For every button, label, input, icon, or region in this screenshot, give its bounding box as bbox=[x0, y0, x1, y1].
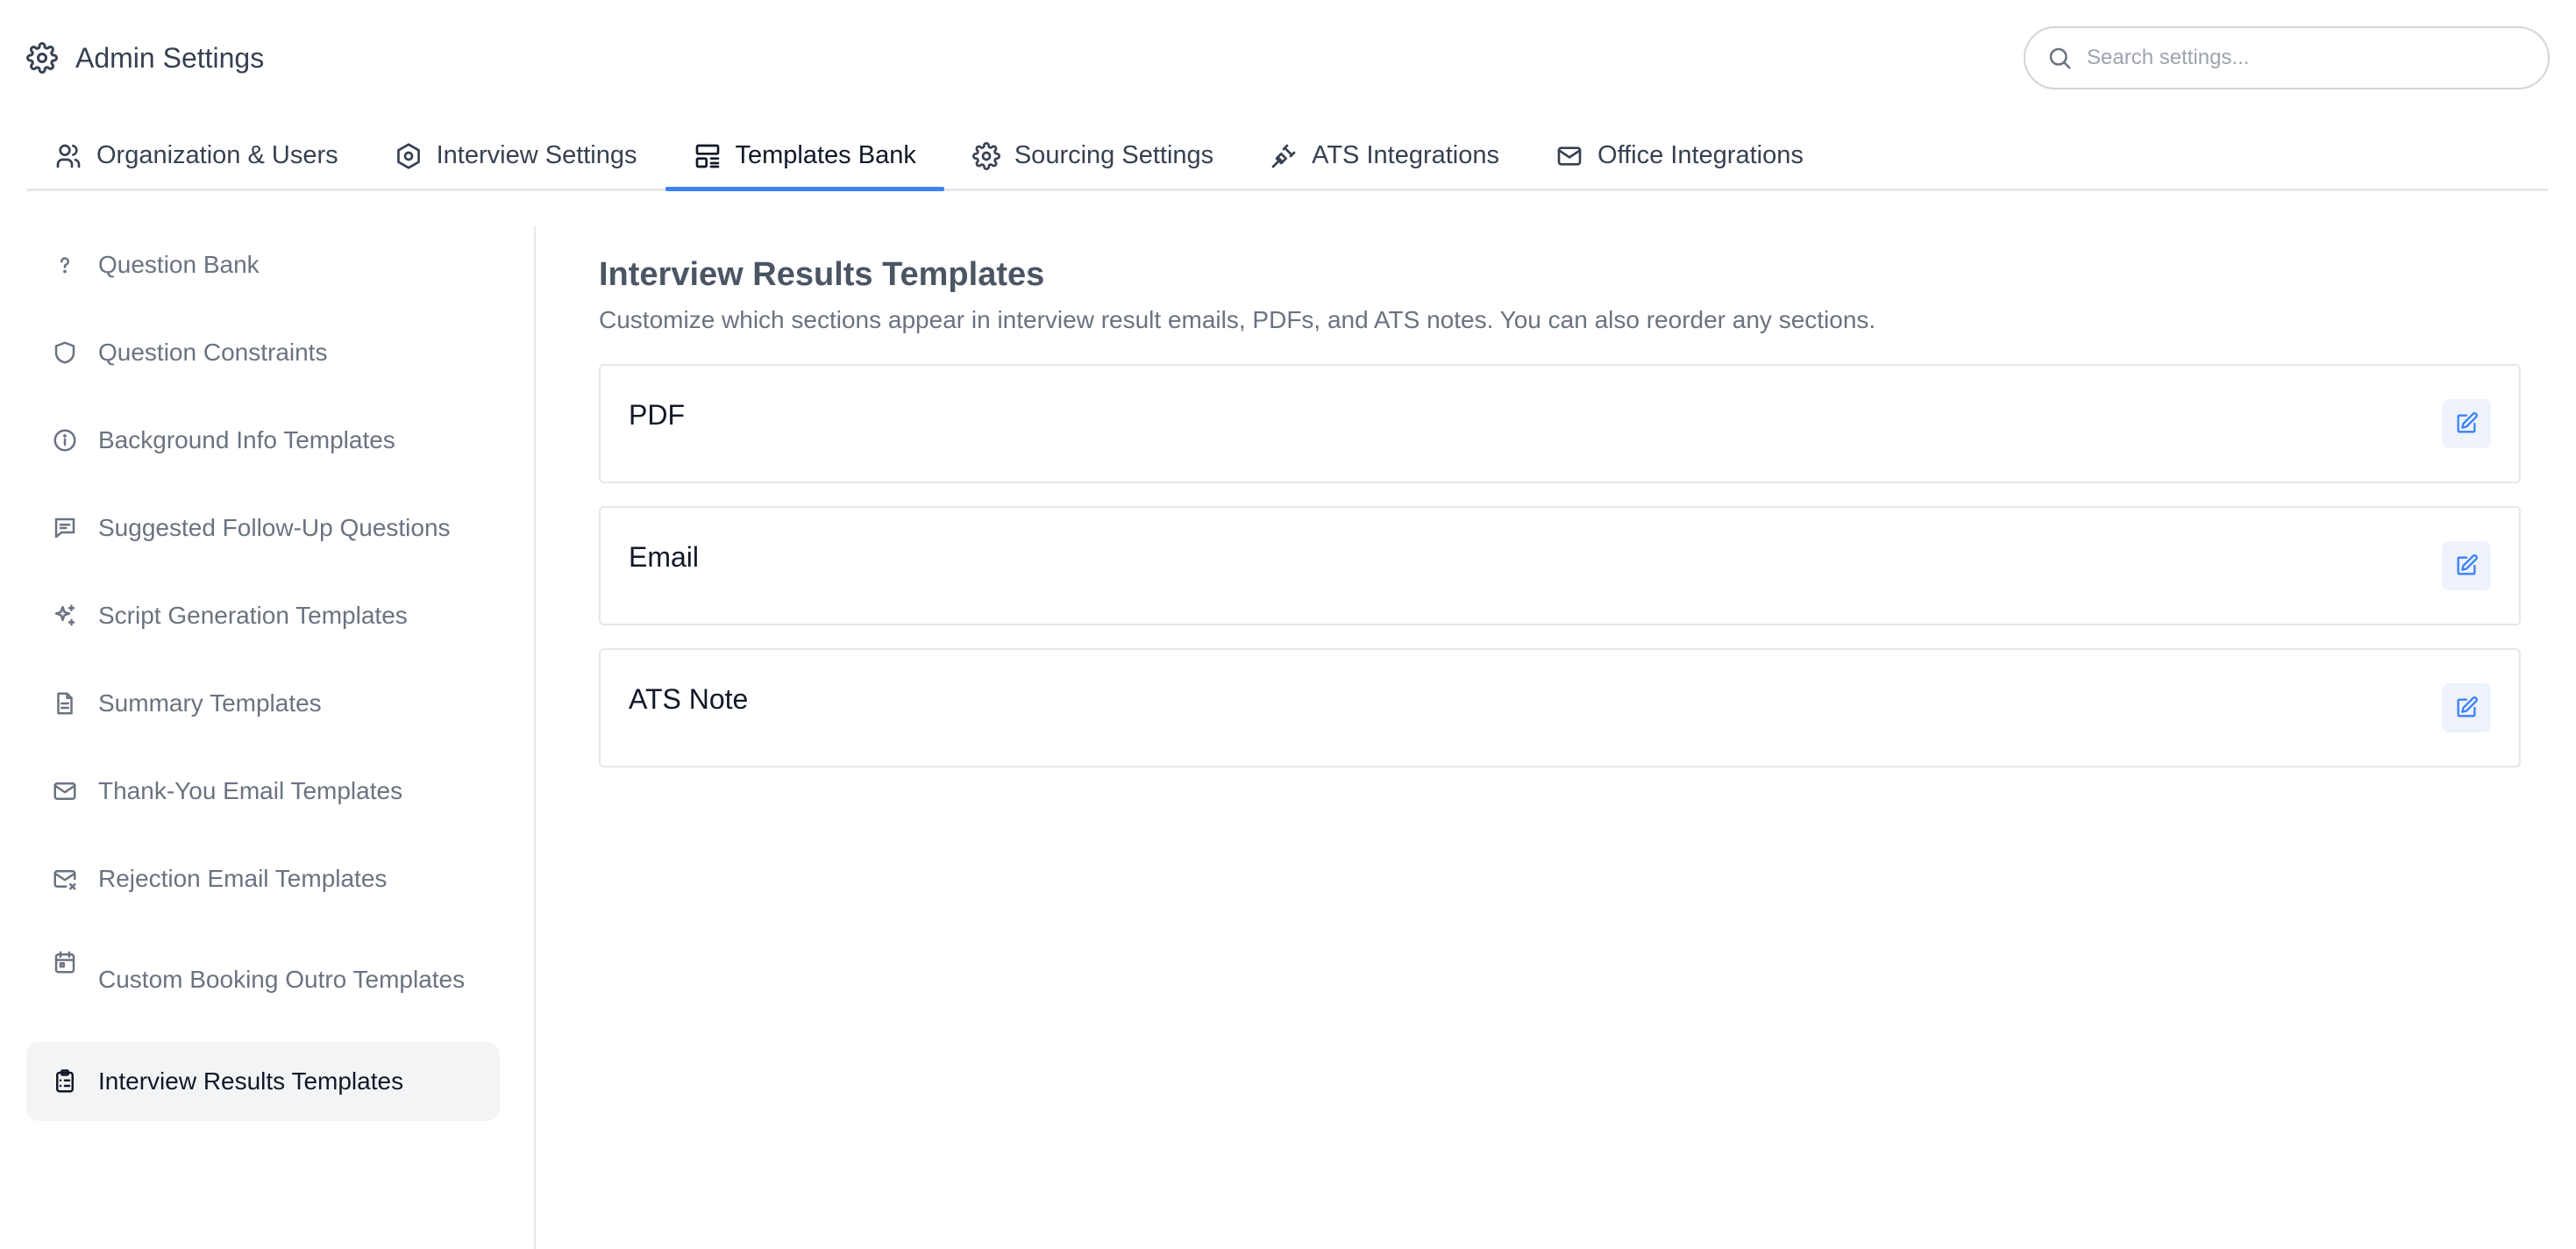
gear-icon bbox=[26, 42, 58, 74]
sidebar-item-script-generation[interactable]: Script Generation Templates bbox=[26, 572, 500, 660]
page-title: Admin Settings bbox=[75, 41, 265, 74]
app-title: Admin Settings bbox=[26, 42, 264, 75]
template-card-ats-note: ATS Note bbox=[599, 648, 2521, 767]
sidebar-item-label: Interview Results Templates bbox=[98, 1067, 404, 1095]
message-question-icon bbox=[51, 515, 79, 541]
gear-icon bbox=[971, 141, 1000, 170]
sidebar-item-label: Suggested Follow-Up Questions bbox=[98, 514, 451, 541]
sidebar-item-custom-booking-outro[interactable]: Custom Booking Outro Templates bbox=[26, 923, 500, 1037]
template-cards: PDF Email ATS Note bbox=[599, 364, 2521, 767]
layout-template-icon bbox=[694, 142, 722, 170]
sidebar-item-label: Thank-You Email Templates bbox=[98, 777, 403, 804]
edit-pdf-button[interactable] bbox=[2442, 399, 2491, 448]
sidebar-item-label: Summary Templates bbox=[98, 689, 322, 717]
plug-icon bbox=[1270, 142, 1298, 170]
sidebar-item-summary-templates[interactable]: Summary Templates bbox=[26, 660, 500, 747]
sidebar-item-label: Rejection Email Templates bbox=[98, 865, 388, 892]
tab-templates-bank[interactable]: Templates Bank bbox=[665, 123, 945, 191]
calendar-icon bbox=[51, 949, 79, 975]
shield-icon bbox=[51, 339, 79, 366]
main-content: Interview Results Templates Customize wh… bbox=[599, 256, 2521, 767]
tab-office-integrations[interactable]: Office Integrations bbox=[1527, 123, 1832, 189]
section-subtitle: Customize which sections appear in inter… bbox=[599, 306, 1876, 333]
tab-label: Organization & Users bbox=[96, 141, 338, 169]
tab-interview-settings[interactable]: Interview Settings bbox=[366, 123, 665, 189]
tab-label: Templates Bank bbox=[735, 141, 916, 169]
card-title: PDF bbox=[629, 399, 685, 431]
tab-label: ATS Integrations bbox=[1312, 141, 1500, 169]
templates-sidebar: Question Bank Question Constraints Backg… bbox=[26, 221, 500, 1121]
hexagon-gear-icon bbox=[395, 142, 423, 170]
header: Admin Settings bbox=[26, 26, 2550, 89]
tab-label: Office Integrations bbox=[1598, 141, 1804, 169]
tab-label: Interview Settings bbox=[436, 141, 637, 169]
search-icon bbox=[2046, 45, 2073, 71]
clipboard-list-icon bbox=[51, 1068, 79, 1095]
template-card-pdf: PDF bbox=[599, 364, 2521, 483]
edit-ats-note-button[interactable] bbox=[2442, 683, 2491, 732]
tab-sourcing-settings[interactable]: Sourcing Settings bbox=[944, 123, 1242, 189]
mail-icon bbox=[1555, 142, 1583, 170]
users-icon bbox=[54, 142, 82, 170]
sidebar-item-label: Question Bank bbox=[98, 251, 260, 278]
tab-ats-integrations[interactable]: ATS Integrations bbox=[1242, 123, 1527, 189]
settings-tabs: Organization & Users Interview Settings … bbox=[26, 123, 2548, 191]
sidebar-item-question-constraints[interactable]: Question Constraints bbox=[26, 309, 500, 396]
sidebar-item-label: Question Constraints bbox=[98, 339, 328, 366]
tab-label: Sourcing Settings bbox=[1014, 141, 1214, 169]
sidebar-item-background-info[interactable]: Background Info Templates bbox=[26, 396, 500, 484]
edit-icon bbox=[2454, 411, 2479, 436]
sidebar-item-label: Background Info Templates bbox=[98, 426, 395, 453]
sidebar-item-question-bank[interactable]: Question Bank bbox=[26, 221, 500, 309]
card-title: Email bbox=[629, 541, 700, 573]
section-title: Interview Results Templates bbox=[599, 256, 1045, 293]
sidebar-divider bbox=[534, 226, 536, 1249]
sparkles-icon bbox=[51, 603, 79, 629]
sidebar-item-thank-you-email[interactable]: Thank-You Email Templates bbox=[26, 747, 500, 835]
info-icon bbox=[51, 427, 79, 453]
search-box[interactable] bbox=[2024, 26, 2550, 89]
sidebar-item-interview-results[interactable]: Interview Results Templates bbox=[26, 1042, 500, 1121]
tab-organization-users[interactable]: Organization & Users bbox=[26, 123, 366, 189]
mail-x-icon bbox=[51, 866, 79, 892]
template-card-email: Email bbox=[599, 506, 2521, 625]
mail-icon bbox=[51, 778, 79, 804]
card-title: ATS Note bbox=[629, 683, 749, 715]
sidebar-item-label: Custom Booking Outro Templates bbox=[98, 966, 466, 993]
sidebar-item-suggested-follow-up[interactable]: Suggested Follow-Up Questions bbox=[26, 484, 500, 572]
edit-email-button[interactable] bbox=[2442, 541, 2491, 590]
edit-icon bbox=[2454, 553, 2479, 578]
search-input[interactable] bbox=[2087, 46, 2527, 70]
edit-icon bbox=[2454, 696, 2479, 720]
sidebar-item-label: Script Generation Templates bbox=[98, 602, 408, 629]
question-mark-icon bbox=[51, 252, 79, 278]
admin-settings-page: Admin Settings Organization & Users Inte… bbox=[0, 0, 2576, 1249]
file-text-icon bbox=[51, 690, 79, 717]
sidebar-item-rejection-email[interactable]: Rejection Email Templates bbox=[26, 835, 500, 923]
